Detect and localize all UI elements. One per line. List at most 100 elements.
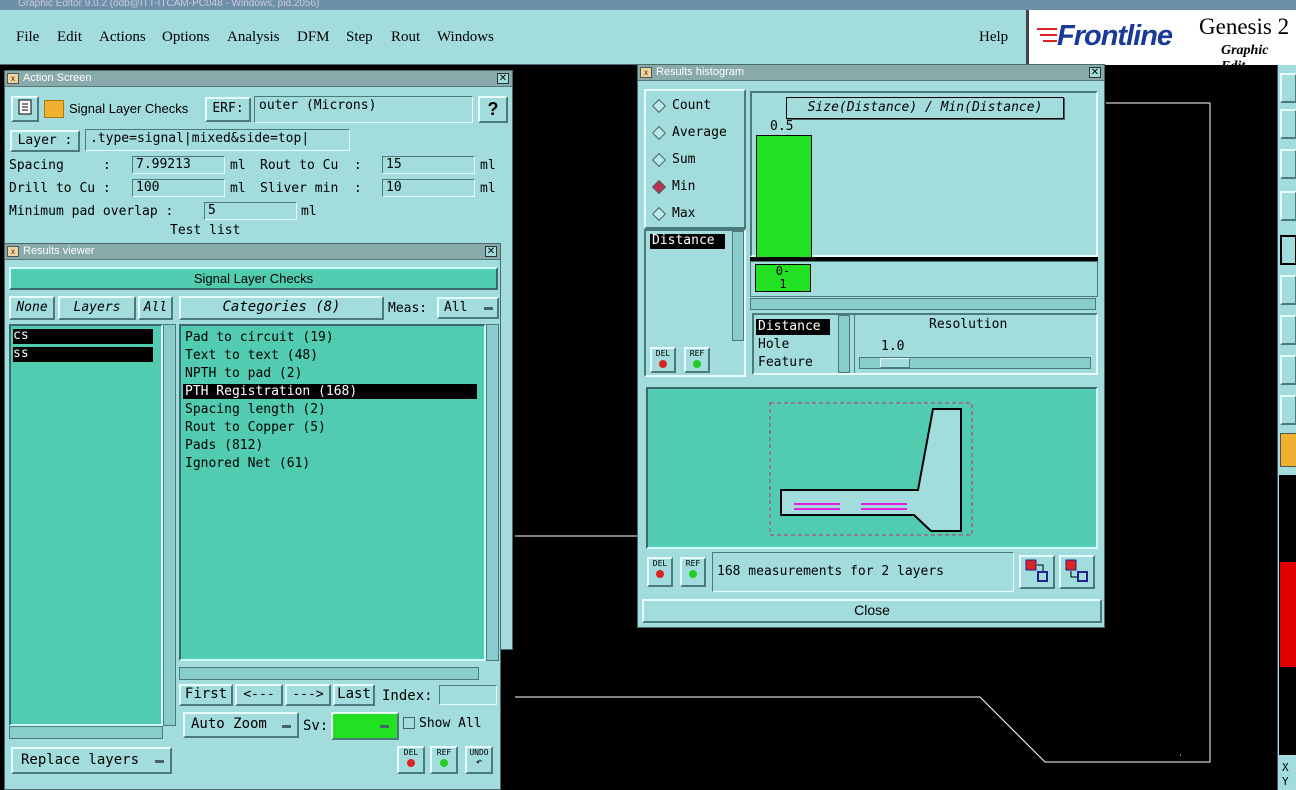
radio-sum[interactable] — [651, 152, 667, 168]
min-pad-overlap-input[interactable]: 5 — [204, 202, 297, 220]
del-button[interactable]: DEL — [397, 746, 425, 774]
histogram-del-button[interactable]: DEL — [650, 347, 676, 373]
category-item-selected[interactable]: PTH Registration (168) — [183, 384, 477, 399]
res-item[interactable]: Hole — [758, 337, 789, 352]
product-name: Genesis 2 — [1199, 14, 1290, 39]
category-list-hscrollbar[interactable] — [179, 667, 479, 680]
radio-count[interactable] — [651, 98, 667, 114]
erf-button[interactable]: ERF: — [205, 97, 251, 122]
erf-field[interactable]: outer (Microns) — [254, 96, 473, 123]
preview-ref-button[interactable]: REF — [680, 557, 706, 587]
dropdown-icon — [155, 760, 164, 763]
rout-to-cu-input[interactable]: 15 — [382, 156, 475, 174]
category-item[interactable]: Rout to Copper (5) — [185, 420, 326, 435]
tool-button-6[interactable] — [1280, 275, 1296, 305]
menu-step[interactable]: Step — [346, 29, 373, 46]
last-button[interactable]: Last — [333, 684, 375, 706]
meas-dropdown[interactable]: All — [437, 297, 499, 319]
menu-windows[interactable]: Windows — [437, 29, 494, 46]
histogram-hscrollbar[interactable] — [750, 298, 1096, 310]
category-list[interactable]: Pad to circuit (19) Text to text (48) NP… — [179, 324, 486, 661]
index-input[interactable] — [439, 685, 497, 705]
results-viewer-titlebar: x Results viewer ✕ — [5, 244, 500, 260]
resolution-slider-thumb[interactable] — [880, 358, 910, 368]
measure-item-selected[interactable]: Distance — [650, 234, 725, 249]
document-icon — [18, 99, 32, 115]
preview-del-button[interactable]: DEL — [647, 557, 673, 587]
measure-list-scrollbar[interactable] — [732, 231, 744, 341]
close-button[interactable]: Close — [642, 599, 1102, 623]
previous-button[interactable]: <--- — [235, 684, 283, 706]
tool-button-4[interactable] — [1280, 191, 1296, 221]
active-layer-indicator[interactable] — [1280, 562, 1296, 667]
menu-dfm[interactable]: DFM — [297, 29, 330, 46]
show-all-checkbox[interactable] — [403, 717, 415, 729]
res-item-selected[interactable]: Distance — [756, 319, 830, 335]
zoom-dropdown[interactable]: Auto Zoom — [183, 712, 299, 738]
menu-rout[interactable]: Rout — [391, 29, 420, 46]
undo-button[interactable]: UNDO ↶ — [465, 746, 493, 774]
results-viewer-window: x Results viewer ✕ Signal Layer Checks N… — [4, 243, 501, 790]
next-button[interactable]: ---> — [285, 684, 331, 706]
category-item[interactable]: Ignored Net (61) — [185, 456, 310, 471]
layer-list[interactable]: cs ss — [9, 324, 163, 726]
tool-button-7[interactable] — [1280, 315, 1296, 345]
sliver-min-input[interactable]: 10 — [382, 179, 475, 197]
layer-filter-input[interactable]: .type=signal|mixed&side=top| — [85, 129, 350, 151]
layer-list-scrollbar[interactable] — [163, 324, 176, 726]
category-item[interactable]: Pads (812) — [185, 438, 263, 453]
categories-button[interactable]: Categories (8) — [179, 296, 384, 320]
resolution-slider[interactable] — [859, 357, 1091, 369]
sv-color-dropdown[interactable] — [331, 712, 399, 740]
histogram-bar[interactable] — [756, 135, 812, 259]
select-none-button[interactable]: None — [9, 296, 55, 320]
measure-list[interactable]: Distance DEL REF — [644, 229, 746, 377]
layer-item[interactable]: cs — [13, 329, 153, 344]
res-item[interactable]: Feature — [758, 355, 813, 370]
category-item[interactable]: Text to text (48) — [185, 348, 318, 363]
spacing-input[interactable]: 7.99213 — [132, 156, 225, 174]
help-button[interactable]: ? — [478, 96, 508, 123]
radio-max[interactable] — [651, 206, 667, 222]
tool-button-2[interactable] — [1280, 109, 1296, 139]
res-list-scrollbar[interactable] — [838, 315, 850, 373]
menu-file[interactable]: File — [16, 29, 39, 46]
category-list-scrollbar[interactable] — [486, 324, 499, 661]
close-icon[interactable]: ✕ — [485, 246, 497, 257]
menu-options[interactable]: Options — [162, 29, 210, 46]
tool-button-3[interactable] — [1280, 149, 1296, 179]
menu-help[interactable]: Help — [979, 29, 1008, 46]
tool-button-9[interactable] — [1280, 395, 1296, 425]
category-item[interactable]: Spacing length (2) — [185, 402, 326, 417]
layers-button[interactable]: Layers — [58, 296, 136, 320]
layer-button[interactable]: Layer : — [10, 130, 80, 152]
red-dot-icon — [656, 570, 664, 578]
tool-button-5[interactable] — [1280, 235, 1296, 265]
close-icon[interactable]: ✕ — [1089, 67, 1101, 78]
radio-average[interactable] — [651, 125, 667, 141]
close-icon[interactable]: ✕ — [497, 73, 509, 84]
select-all-button[interactable]: All — [138, 296, 173, 320]
menu-analysis[interactable]: Analysis — [227, 29, 280, 46]
replace-layers-dropdown[interactable]: Replace layers — [11, 747, 172, 774]
tool-button-highlight[interactable] — [1280, 433, 1296, 467]
pan-to-feature-button[interactable] — [1059, 555, 1095, 589]
first-button[interactable]: First — [179, 684, 233, 706]
tool-button-8[interactable] — [1280, 355, 1296, 385]
layer-item[interactable]: ss — [13, 347, 153, 362]
category-item[interactable]: NPTH to pad (2) — [185, 366, 302, 381]
zoom-to-feature-button[interactable] — [1019, 555, 1055, 589]
ref-button[interactable]: REF — [430, 746, 458, 774]
feature-preview[interactable] — [646, 387, 1098, 549]
drill-to-cu-input[interactable]: 100 — [132, 179, 225, 197]
tool-button-1[interactable] — [1280, 73, 1296, 103]
layer-list-hscrollbar[interactable] — [9, 726, 163, 739]
menu-actions[interactable]: Actions — [99, 29, 146, 46]
radio-max-label: Max — [672, 206, 696, 221]
radio-min[interactable] — [651, 179, 667, 195]
category-item[interactable]: Pad to circuit (19) — [185, 330, 334, 345]
action-list-button[interactable] — [11, 96, 39, 122]
histogram-ref-button[interactable]: REF — [684, 347, 710, 373]
histogram-bin-label[interactable]: 0- 1 — [755, 264, 811, 292]
menu-edit[interactable]: Edit — [57, 29, 82, 46]
